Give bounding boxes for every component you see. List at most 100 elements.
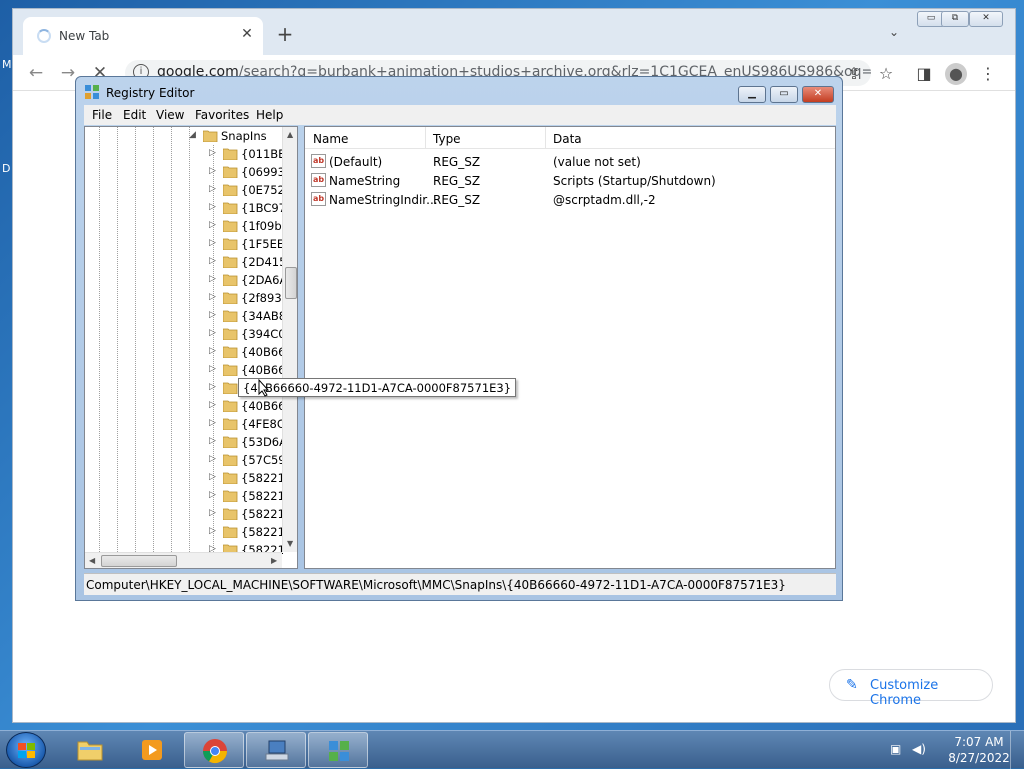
clock-date[interactable]: 8/27/2022 (944, 751, 1014, 765)
tab-new-tab[interactable]: New Tab ✕ (23, 17, 263, 55)
chrome-maximize-button[interactable]: ⧉ (941, 11, 969, 27)
value-row[interactable]: ab NameStringIndir... REG_SZ @scrptadm.d… (305, 190, 835, 209)
collapsed-triangle-icon[interactable]: ▷ (209, 328, 216, 338)
taskbar-network-button[interactable] (246, 732, 306, 768)
collapsed-triangle-icon[interactable]: ▷ (209, 166, 216, 176)
tree-item[interactable]: ▷ {53D6A (85, 433, 297, 451)
collapsed-triangle-icon[interactable]: ▷ (209, 400, 216, 410)
tree-item[interactable]: ▷ {394C0 (85, 325, 297, 343)
tree-item[interactable]: ▷ {4FE8C2 (85, 415, 297, 433)
regedit-close-button[interactable]: ✕ (802, 86, 834, 103)
collapsed-triangle-icon[interactable]: ▷ (209, 238, 216, 248)
collapsed-triangle-icon[interactable]: ▷ (209, 382, 216, 392)
registry-values-pane[interactable]: Name Type Data ab (Default) REG_SZ (valu… (304, 126, 836, 569)
collapsed-triangle-icon[interactable]: ▷ (209, 418, 216, 428)
tree-item[interactable]: ▷ {58221 (85, 469, 297, 487)
tab-search-chevron-icon[interactable]: ⌄ (885, 25, 903, 43)
taskbar-media-player-button[interactable] (122, 732, 182, 768)
new-tab-button[interactable]: + (273, 23, 297, 47)
tree-item[interactable]: ▷ {1BC97 (85, 199, 297, 217)
collapsed-triangle-icon[interactable]: ▷ (209, 220, 216, 230)
collapsed-triangle-icon[interactable]: ▷ (209, 526, 216, 536)
tree-item[interactable]: ▷ {57C59 (85, 451, 297, 469)
taskbar-chrome-button[interactable] (184, 732, 244, 768)
value-data: Scripts (Startup/Shutdown) (553, 174, 716, 188)
column-header-data[interactable]: Data (553, 132, 582, 146)
collapsed-triangle-icon[interactable]: ▷ (209, 274, 216, 284)
chrome-close-button[interactable]: ✕ (969, 11, 1003, 27)
tree-item[interactable]: ▷ {2D415 (85, 253, 297, 271)
volume-icon[interactable]: ◀) (912, 742, 928, 758)
taskbar-explorer-button[interactable] (60, 732, 120, 768)
menu-favorites[interactable]: Favorites (195, 108, 249, 122)
tree-item[interactable]: ▷ {58221 (85, 505, 297, 523)
customize-chrome-button[interactable]: ✎ Customize Chrome (829, 669, 993, 708)
scroll-left-arrow-icon[interactable]: ◀ (89, 556, 95, 565)
tab-close-icon[interactable]: ✕ (239, 26, 255, 42)
scroll-right-arrow-icon[interactable]: ▶ (271, 556, 277, 565)
collapsed-triangle-icon[interactable]: ▷ (209, 472, 216, 482)
collapsed-triangle-icon[interactable]: ▷ (209, 202, 216, 212)
tree-scroll-thumb[interactable] (285, 267, 297, 299)
value-row[interactable]: ab NameString REG_SZ Scripts (Startup/Sh… (305, 171, 835, 190)
side-panel-icon[interactable]: ◨ (913, 63, 935, 85)
collapsed-triangle-icon[interactable]: ▷ (209, 256, 216, 266)
regedit-maximize-button[interactable]: ▭ (770, 86, 798, 103)
back-arrow-icon[interactable]: ← (25, 63, 47, 85)
tree-item[interactable]: ▷ {2DA6A (85, 271, 297, 289)
tree-horizontal-scrollbar[interactable]: ◀ ▶ (85, 552, 282, 568)
share-icon[interactable]: ⇪ (843, 63, 865, 85)
menu-edit[interactable]: Edit (123, 108, 146, 122)
tree-item-snapins[interactable]: ◢ SnapIns (85, 127, 297, 145)
tree-hscroll-thumb[interactable] (101, 555, 177, 567)
tree-item[interactable]: ▷ {58221 (85, 487, 297, 505)
column-header-type[interactable]: Type (433, 132, 461, 146)
tree-item[interactable]: ▷ {40B666 (85, 361, 297, 379)
scroll-down-arrow-icon[interactable]: ▼ (287, 539, 293, 548)
registry-tree-pane[interactable]: ◢ SnapIns ▷ {011BE2 ▷ {06993E ▷ {0E7524 ▷ {1BC9… (84, 126, 298, 569)
clock-time[interactable]: 7:07 AM (944, 735, 1014, 749)
value-row[interactable]: ab (Default) REG_SZ (value not set) (305, 152, 835, 171)
column-separator[interactable] (545, 127, 546, 149)
collapsed-triangle-icon[interactable]: ▷ (209, 148, 216, 158)
tree-item[interactable]: ▷ {1F5EEC (85, 235, 297, 253)
collapsed-triangle-icon[interactable]: ▷ (209, 292, 216, 302)
collapsed-triangle-icon[interactable]: ▷ (209, 454, 216, 464)
regedit-titlebar[interactable]: Registry Editor ▁ ▭ ✕ (76, 77, 842, 105)
tree-item-label: {34AB8 (241, 309, 283, 323)
tree-item-label: {53D6A (241, 435, 283, 449)
regedit-minimize-button[interactable]: ▁ (738, 86, 766, 103)
scroll-up-arrow-icon[interactable]: ▲ (287, 130, 293, 139)
tree-item[interactable]: ▷ {0E7524 (85, 181, 297, 199)
start-button[interactable] (6, 732, 46, 768)
collapsed-triangle-icon[interactable]: ▷ (209, 436, 216, 446)
tree-vertical-scrollbar[interactable]: ▲ ▼ (282, 127, 297, 552)
column-separator[interactable] (425, 127, 426, 149)
tree-item[interactable]: ▷ {34AB8 (85, 307, 297, 325)
expanded-triangle-icon[interactable]: ◢ (189, 130, 196, 140)
tree-item[interactable]: ▷ {58221 (85, 523, 297, 541)
collapsed-triangle-icon[interactable]: ▷ (209, 346, 216, 356)
taskbar-regedit-button[interactable] (308, 732, 368, 768)
show-desktop-button[interactable] (1010, 731, 1024, 769)
tree-item[interactable]: ▷ {2f8938 (85, 289, 297, 307)
menu-help[interactable]: Help (256, 108, 283, 122)
menu-file[interactable]: File (92, 108, 112, 122)
tree-item[interactable]: ▷ {1f09b0 (85, 217, 297, 235)
column-header-name[interactable]: Name (313, 132, 348, 146)
folder-icon (223, 220, 238, 232)
bookmark-star-icon[interactable]: ☆ (875, 63, 897, 85)
profile-avatar-icon[interactable]: ● (945, 63, 967, 85)
collapsed-triangle-icon[interactable]: ▷ (209, 508, 216, 518)
collapsed-triangle-icon[interactable]: ▷ (209, 490, 216, 500)
tree-item[interactable]: ▷ {06993E (85, 163, 297, 181)
collapsed-triangle-icon[interactable]: ▷ (209, 364, 216, 374)
more-menu-icon[interactable]: ⋮ (977, 63, 999, 85)
menu-view[interactable]: View (156, 108, 184, 122)
tree-item[interactable]: ▷ {40B666 (85, 343, 297, 361)
network-icon[interactable]: ▣ (890, 742, 906, 758)
collapsed-triangle-icon[interactable]: ▷ (209, 310, 216, 320)
tree-item[interactable]: ▷ {011BE2 (85, 145, 297, 163)
tree-item[interactable]: ▷ {40B666 (85, 397, 297, 415)
collapsed-triangle-icon[interactable]: ▷ (209, 184, 216, 194)
